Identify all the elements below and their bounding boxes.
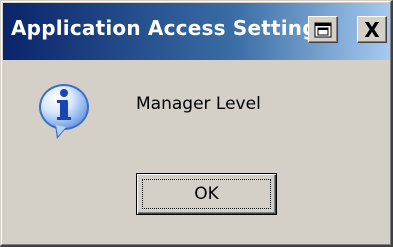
ok-button[interactable]: OK (136, 173, 277, 215)
close-icon: X (364, 17, 380, 42)
window-title: Application Access Settings (11, 16, 316, 40)
information-icon (39, 84, 89, 139)
restore-icon (314, 22, 332, 37)
dialog-window: Application Access Settings X Manager Le… (0, 0, 393, 247)
title-bar[interactable]: Application Access Settings X (3, 3, 390, 60)
restore-button[interactable] (308, 16, 338, 43)
ok-button-label: OK (194, 184, 219, 204)
close-button[interactable]: X (357, 16, 387, 43)
dialog-message: Manager Level (136, 94, 261, 114)
